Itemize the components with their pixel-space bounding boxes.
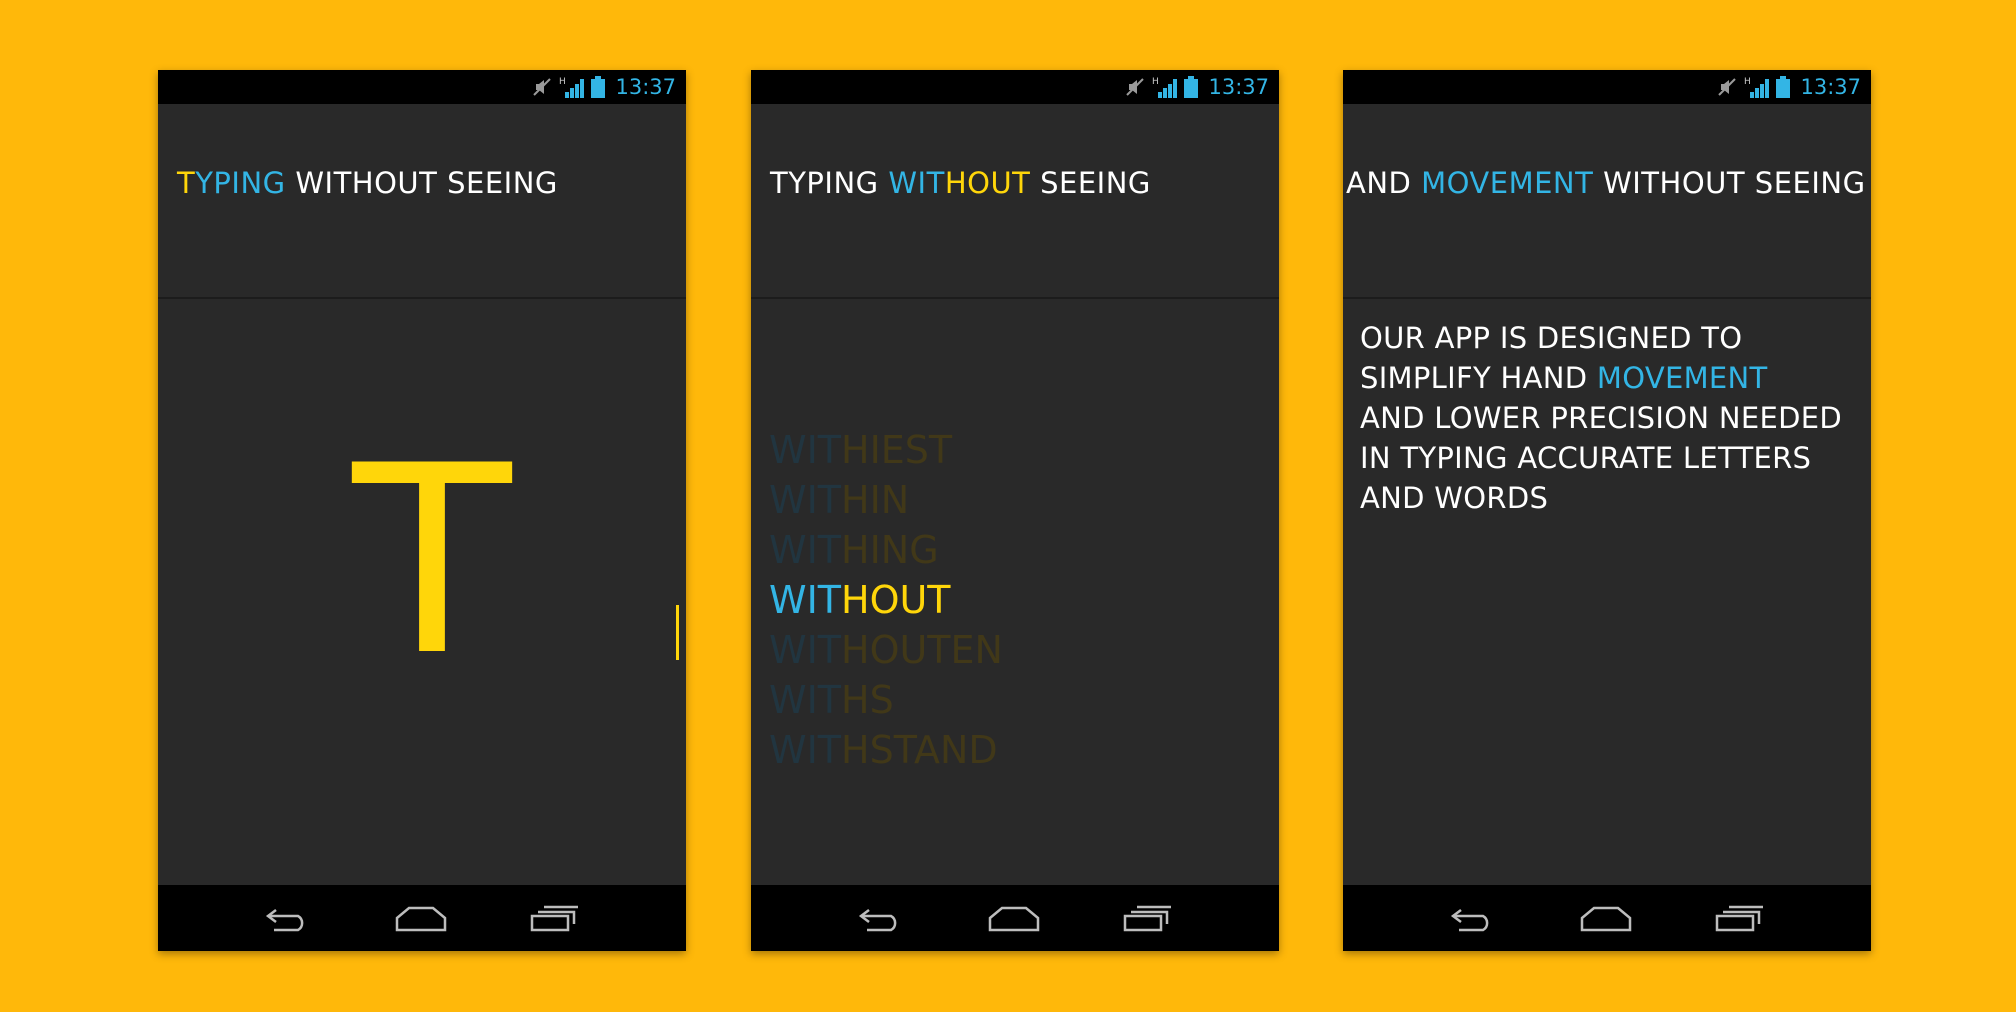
description-text-part: SIMPLIFY HAND <box>1360 361 1597 395</box>
suggestion-prefix: WIT <box>769 428 841 472</box>
phone-screen-description: H 13:37 AND MOVEMENT WITHOUT SEEING OUR … <box>1343 70 1871 951</box>
navigation-bar <box>751 885 1279 951</box>
back-icon[interactable] <box>264 904 312 932</box>
suggestion-item[interactable]: WITHOUTEN <box>769 625 1003 675</box>
status-bar: H 13:37 <box>158 70 686 104</box>
signal-icon: H <box>559 77 585 98</box>
title-pre: AND <box>1346 166 1422 200</box>
title-word-suffix: HOUT <box>944 166 1031 200</box>
action-bar: AND MOVEMENT WITHOUT SEEING <box>1343 104 1871 299</box>
page-title: TYPING WITHOUT SEEING <box>770 166 1151 200</box>
title-highlight: YPING <box>195 166 286 200</box>
suggestion-suffix: HS <box>841 678 894 722</box>
home-icon[interactable] <box>395 904 447 932</box>
action-bar: TYPING WITHOUT SEEING <box>158 104 686 299</box>
battery-icon <box>1184 76 1199 98</box>
suggestion-suffix: HSTAND <box>841 728 998 772</box>
suggestion-prefix: WIT <box>769 678 841 722</box>
battery-icon <box>591 76 606 98</box>
phone-screen-suggestions: H 13:37 TYPING WITHOUT SEEING WITHIEST W… <box>751 70 1279 951</box>
svg-text:H: H <box>559 77 566 87</box>
page-title: AND MOVEMENT WITHOUT SEEING <box>1346 166 1866 200</box>
svg-text:H: H <box>1744 77 1751 87</box>
action-bar: TYPING WITHOUT SEEING <box>751 104 1279 299</box>
suggestion-prefix: WIT <box>769 528 841 572</box>
suggestion-item-selected[interactable]: WITHOUT <box>769 575 1003 625</box>
suggestion-suffix: HIN <box>841 478 910 522</box>
suggestion-suffix: HOUTEN <box>841 628 1003 672</box>
current-letter-display: T <box>352 411 512 713</box>
navigation-bar <box>158 885 686 951</box>
suggestion-prefix: WIT <box>769 728 841 772</box>
suggestion-item[interactable]: WITHSTAND <box>769 725 1003 775</box>
mute-icon <box>1126 78 1145 96</box>
status-clock: 13:37 <box>1800 75 1861 99</box>
svg-text:H: H <box>1152 77 1159 87</box>
navigation-bar <box>1343 885 1871 951</box>
title-typed-part: TYPING <box>770 166 889 200</box>
suggestion-prefix: WIT <box>769 478 841 522</box>
word-suggestion-list: WITHIEST WITHIN WITHING WITHOUT WITHOUTE… <box>769 425 1003 775</box>
suggestion-suffix: HIEST <box>841 428 953 472</box>
description-line: AND WORDS <box>1360 481 1549 515</box>
status-clock: 13:37 <box>615 75 676 99</box>
phone-screen-typing: H 13:37 TYPING WITHOUT SEEING T <box>158 70 686 951</box>
battery-icon <box>1776 76 1791 98</box>
description-line: AND LOWER PRECISION NEEDED <box>1360 401 1842 435</box>
mute-icon <box>533 78 552 96</box>
recent-apps-icon[interactable] <box>530 904 580 932</box>
suggestion-item[interactable]: WITHIN <box>769 475 1003 525</box>
status-bar: H 13:37 <box>1343 70 1871 104</box>
page-title: TYPING WITHOUT SEEING <box>177 166 558 200</box>
suggestion-prefix: WIT <box>769 578 841 622</box>
title-word-prefix: WIT <box>888 166 945 200</box>
title-rest: SEEING <box>1030 166 1151 200</box>
back-icon[interactable] <box>1449 904 1497 932</box>
suggestion-item[interactable]: WITHS <box>769 675 1003 725</box>
description-highlight: MOVEMENT <box>1596 361 1768 395</box>
suggestion-prefix: WIT <box>769 628 841 672</box>
description-line: OUR APP IS DESIGNED TO <box>1360 321 1743 355</box>
back-icon[interactable] <box>857 904 905 932</box>
suggestion-suffix: HING <box>841 528 939 572</box>
suggestion-item[interactable]: WITHING <box>769 525 1003 575</box>
scroll-indicator[interactable] <box>676 605 679 660</box>
status-clock: 13:37 <box>1208 75 1269 99</box>
signal-icon: H <box>1152 77 1178 98</box>
description-line: IN TYPING ACCURATE LETTERS <box>1360 441 1812 475</box>
home-icon[interactable] <box>988 904 1040 932</box>
title-typed-letter: T <box>177 166 196 200</box>
description-line: SIMPLIFY HAND MOVEMENT <box>1360 358 1860 398</box>
status-bar: H 13:37 <box>751 70 1279 104</box>
title-highlight: MOVEMENT <box>1421 166 1594 200</box>
description-text: OUR APP IS DESIGNED TO SIMPLIFY HAND MOV… <box>1360 318 1860 518</box>
suggestion-item[interactable]: WITHIEST <box>769 425 1003 475</box>
recent-apps-icon[interactable] <box>1715 904 1765 932</box>
recent-apps-icon[interactable] <box>1123 904 1173 932</box>
mute-icon <box>1718 78 1737 96</box>
title-rest: WITHOUT SEEING <box>1593 166 1866 200</box>
title-rest: WITHOUT SEEING <box>285 166 558 200</box>
suggestion-suffix: HOUT <box>841 578 951 622</box>
signal-icon: H <box>1744 77 1770 98</box>
home-icon[interactable] <box>1580 904 1632 932</box>
